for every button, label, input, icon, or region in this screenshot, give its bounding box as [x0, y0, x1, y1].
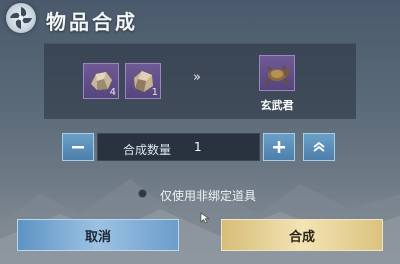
minus-icon: [72, 146, 84, 149]
material-slot-1[interactable]: 4: [83, 63, 119, 99]
xuanwu-turtle-icon: [265, 65, 290, 84]
unbound-only-radio[interactable]: [138, 189, 147, 198]
quantity-field[interactable]: 合成数量 1: [97, 133, 260, 161]
header: 物品合成: [0, 0, 400, 36]
quantity-label: 合成数量: [123, 143, 172, 157]
material-count: 1: [151, 87, 158, 98]
decrease-button[interactable]: [62, 133, 94, 161]
cancel-button[interactable]: 取消: [17, 219, 179, 251]
plus-icon: [273, 141, 285, 153]
material-slot-2[interactable]: 1: [125, 63, 161, 99]
mouse-cursor-icon: [200, 212, 210, 224]
increase-button[interactable]: [263, 133, 295, 161]
synthesize-button[interactable]: 合成: [221, 219, 383, 251]
pinwheel-logo-icon: [6, 3, 36, 33]
material-count: 4: [109, 87, 116, 98]
arrow-icon: »: [193, 70, 201, 85]
page-title: 物品合成: [46, 10, 138, 34]
result-name: 玄武君: [260, 99, 294, 112]
quantity-value[interactable]: 1: [194, 140, 202, 154]
double-chevron-up-icon: [313, 141, 325, 152]
max-quantity-button[interactable]: [303, 133, 335, 161]
unbound-only-label: 仅使用非绑定道具: [160, 189, 257, 203]
result-slot[interactable]: [259, 55, 295, 91]
